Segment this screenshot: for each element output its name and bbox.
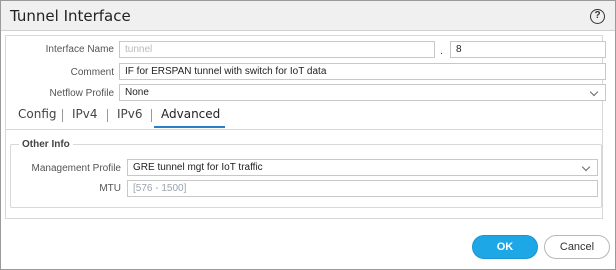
comment-input[interactable]: IF for ERSPAN tunnel with switch for IoT… — [119, 63, 606, 80]
tab-divider — [5, 129, 603, 130]
management-profile-label: Management Profile — [31, 163, 122, 174]
other-info-group — [10, 144, 602, 208]
other-info-legend: Other Info — [19, 139, 73, 150]
tab-separator — [62, 109, 63, 122]
netflow-profile-select[interactable]: None — [119, 84, 606, 101]
tab-ipv6[interactable]: IPv6 — [117, 107, 143, 121]
ok-button[interactable]: OK — [472, 235, 538, 259]
tab-separator — [151, 109, 152, 122]
tunnel-interface-dialog: Tunnel Interface ? Interface Name tunnel… — [0, 0, 616, 270]
interface-separator: . — [440, 45, 444, 57]
tab-separator — [107, 109, 108, 122]
management-profile-select[interactable]: GRE tunnel mgt for IoT traffic — [127, 159, 598, 176]
dialog-title: Tunnel Interface — [10, 7, 131, 25]
netflow-profile-label: Netflow Profile — [49, 88, 114, 99]
mtu-input[interactable]: [576 - 1500] — [127, 180, 598, 197]
tab-advanced[interactable]: Advanced — [161, 107, 220, 121]
tab-ipv4[interactable]: IPv4 — [72, 107, 98, 121]
interface-name-label: Interface Name — [45, 44, 114, 55]
help-icon[interactable]: ? — [590, 9, 605, 24]
tab-bar: Config IPv4 IPv6 Advanced — [5, 107, 603, 129]
mtu-label: MTU — [99, 183, 121, 194]
tab-config[interactable]: Config — [18, 107, 57, 121]
interface-number-input[interactable]: 8 — [450, 41, 606, 58]
cancel-button[interactable]: Cancel — [544, 235, 610, 259]
interface-name-input: tunnel — [119, 41, 435, 58]
dialog-titlebar: Tunnel Interface ? — [1, 1, 615, 31]
active-tab-indicator — [154, 126, 225, 128]
comment-label: Comment — [70, 67, 114, 78]
